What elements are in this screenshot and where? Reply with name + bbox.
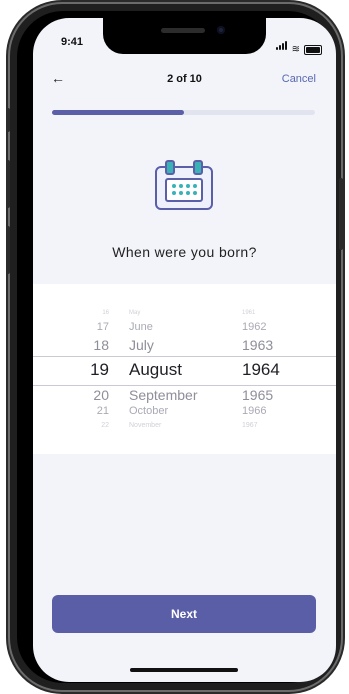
status-time: 9:41	[61, 36, 84, 48]
wifi-icon: ≋	[291, 44, 300, 55]
day-wheel[interactable]: 16 17 18 19 20 21 22	[81, 284, 109, 454]
app-screen: 9:41 ≋ ← 2 of 10 Cancel When were you bo…	[33, 18, 336, 682]
front-camera	[217, 26, 225, 34]
volume-up-button	[6, 160, 10, 208]
year-option[interactable]: 1966	[242, 406, 266, 417]
status-icons: ≋	[275, 37, 322, 55]
day-option[interactable]: 21	[97, 406, 109, 417]
year-option[interactable]: 1961	[242, 310, 255, 316]
calendar-icon	[155, 160, 213, 210]
day-option[interactable]: 22	[101, 422, 109, 429]
speaker	[161, 28, 205, 33]
day-option[interactable]: 20	[93, 388, 109, 402]
year-wheel[interactable]: 1961 1962 1963 1964 1965 1966 1967	[242, 284, 312, 454]
progress-bar-fill	[52, 110, 184, 115]
month-wheel[interactable]: May June July August September October Novembe…	[129, 284, 219, 454]
day-option[interactable]: 18	[93, 338, 109, 352]
month-option[interactable]: November	[129, 422, 161, 429]
month-option[interactable]: September	[129, 388, 197, 402]
year-option[interactable]: 1963	[242, 338, 273, 352]
battery-icon	[304, 45, 322, 55]
year-option-selected[interactable]: 1964	[242, 361, 280, 378]
year-option[interactable]: 1962	[242, 322, 266, 333]
calendar-body	[155, 166, 213, 210]
volume-down-button	[6, 226, 10, 274]
calendar-grid	[165, 178, 203, 202]
next-button[interactable]: Next	[52, 595, 316, 633]
power-button	[339, 178, 343, 250]
year-option[interactable]: 1967	[242, 422, 258, 429]
month-option[interactable]: July	[129, 338, 154, 352]
calendar-dots	[172, 184, 197, 195]
date-picker[interactable]: 16 17 18 19 20 21 22 May June July August Septembe…	[33, 284, 336, 454]
day-option-selected[interactable]: 19	[90, 361, 109, 378]
year-option[interactable]: 1965	[242, 388, 273, 402]
mute-switch	[6, 108, 10, 132]
month-option[interactable]: May	[129, 310, 140, 316]
question-heading: When were you born?	[112, 244, 257, 260]
home-indicator	[130, 668, 238, 672]
month-option-selected[interactable]: August	[129, 361, 182, 378]
calendar-ring-right	[193, 160, 203, 175]
notch	[103, 18, 266, 54]
month-option[interactable]: June	[129, 322, 153, 333]
progress-bar	[52, 110, 315, 115]
cancel-link[interactable]: Cancel	[282, 73, 316, 85]
month-option[interactable]: October	[129, 406, 168, 417]
day-option[interactable]: 16	[102, 310, 109, 316]
status-bar: 9:41 ≋	[33, 18, 336, 62]
calendar-ring-left	[165, 160, 175, 175]
cellular-signal-icon	[275, 37, 288, 55]
day-option[interactable]: 17	[97, 322, 109, 333]
